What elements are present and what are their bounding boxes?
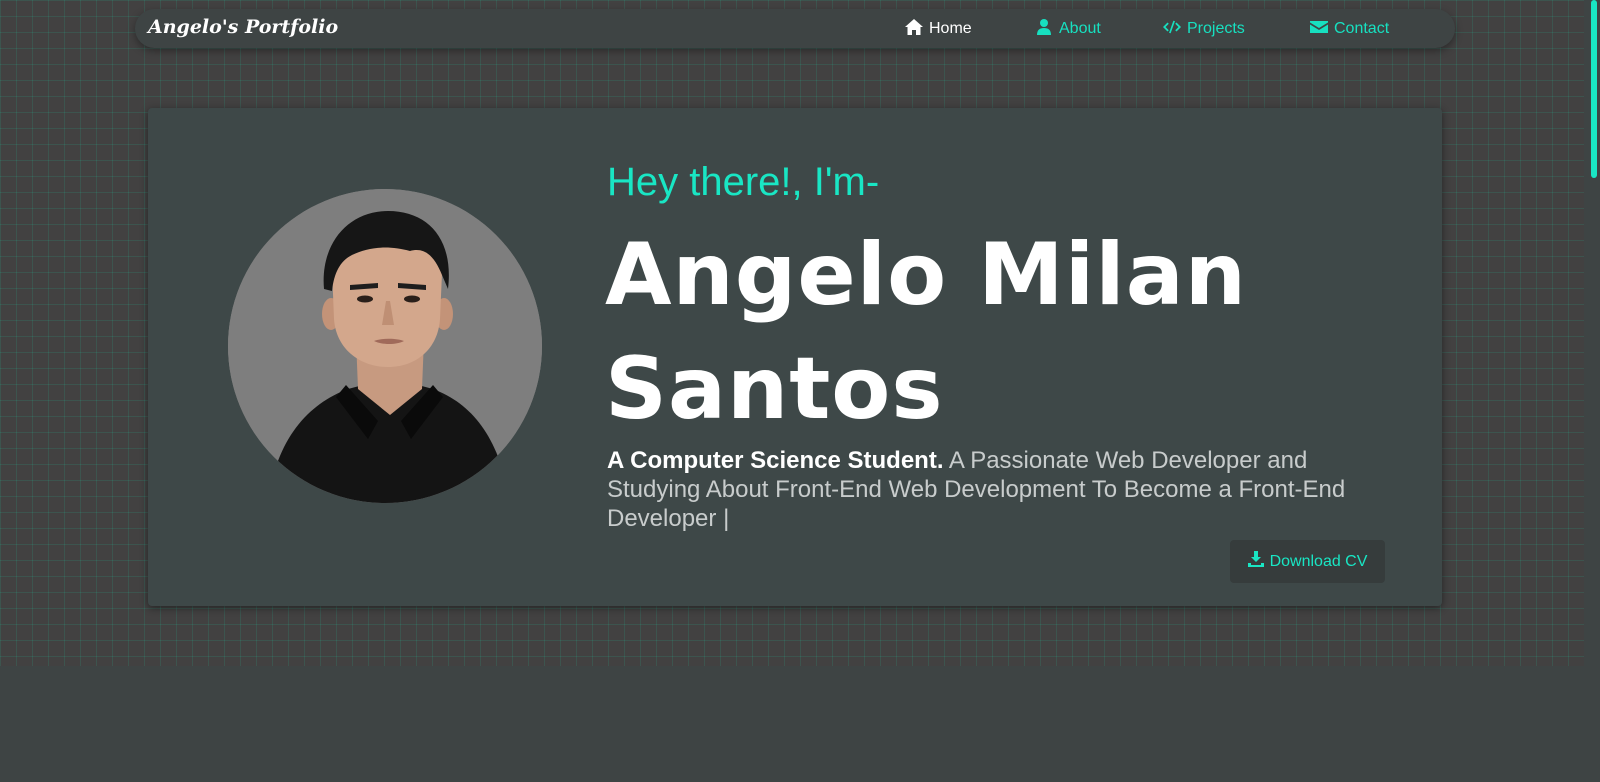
greeting-text: Hey there!, I'm- bbox=[607, 160, 880, 204]
hero-bio: A Computer Science Student. A Passionate… bbox=[607, 446, 1367, 533]
nav-home[interactable]: Home bbox=[905, 18, 972, 40]
scrollbar[interactable] bbox=[1584, 0, 1600, 782]
nav-about[interactable]: About bbox=[1035, 18, 1101, 40]
nav-about-label: About bbox=[1059, 20, 1101, 37]
hero-card: Hey there!, I'm- Angelo Milan Santos A C… bbox=[148, 108, 1442, 606]
nav-projects-label: Projects bbox=[1187, 20, 1245, 37]
download-cv-button[interactable]: Download CV bbox=[1230, 540, 1385, 583]
bio-lead: A Computer Science Student. bbox=[607, 447, 944, 474]
brand-logo[interactable]: Angelo's Portfolio bbox=[148, 16, 338, 38]
scrollbar-thumb[interactable] bbox=[1591, 0, 1597, 178]
home-icon bbox=[905, 18, 923, 40]
avatar bbox=[228, 189, 542, 503]
profile-photo bbox=[228, 189, 542, 503]
nav-contact[interactable]: Contact bbox=[1310, 19, 1389, 39]
nav-projects[interactable]: Projects bbox=[1163, 19, 1245, 39]
download-icon bbox=[1247, 551, 1264, 572]
nav-home-label: Home bbox=[929, 20, 972, 37]
code-icon bbox=[1163, 19, 1181, 40]
navbar: Angelo's Portfolio Home About Projects C… bbox=[135, 9, 1455, 48]
user-icon bbox=[1035, 18, 1053, 40]
nav-contact-label: Contact bbox=[1334, 20, 1390, 37]
page: Angelo's Portfolio Home About Projects C… bbox=[0, 0, 1584, 782]
hero-name: Angelo Milan Santos bbox=[605, 225, 1247, 439]
envelope-icon bbox=[1310, 19, 1328, 40]
download-cv-label: Download CV bbox=[1269, 552, 1368, 570]
